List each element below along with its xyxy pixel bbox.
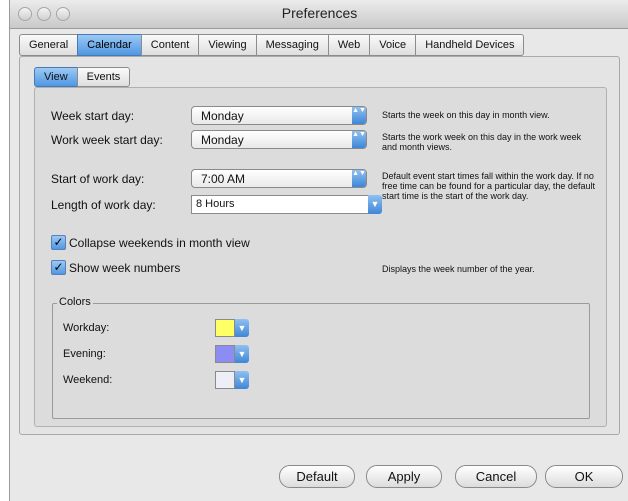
weekend-color-swatch[interactable]: [215, 371, 235, 389]
collapse-weekends-checkbox[interactable]: ✓: [51, 235, 66, 250]
tab-voice[interactable]: Voice: [369, 34, 416, 56]
week-start-day-value: Monday: [201, 109, 244, 123]
show-week-numbers-checkbox[interactable]: ✓: [51, 260, 66, 275]
preferences-window: Preferences General Calendar Content Vie…: [9, 0, 628, 501]
start-of-work-day-label: Start of work day:: [51, 172, 145, 186]
workday-color-swatch[interactable]: [215, 319, 235, 337]
chevron-down-icon[interactable]: ▼: [235, 319, 249, 337]
tab-calendar[interactable]: Calendar: [77, 34, 141, 56]
title-bar[interactable]: Preferences: [10, 0, 628, 29]
tab-handheld-devices[interactable]: Handheld Devices: [415, 34, 525, 56]
tab-viewing[interactable]: Viewing: [198, 34, 256, 56]
length-of-work-day-field[interactable]: 8 Hours: [191, 195, 369, 214]
workday-color-well[interactable]: ▼: [215, 319, 249, 337]
window-title: Preferences: [281, 5, 358, 21]
length-of-work-day-label: Length of work day:: [51, 198, 156, 212]
work-week-start-day-popup[interactable]: Monday ▲▼: [191, 130, 367, 149]
subtab-view[interactable]: View: [34, 67, 77, 87]
view-settings-panel: Week start day: Monday ▲▼ Starts the wee…: [34, 87, 607, 427]
chevron-down-icon[interactable]: ▼: [368, 195, 382, 214]
preferences-tab-bar: General Calendar Content Viewing Messagi…: [19, 34, 525, 56]
work-week-start-day-value: Monday: [201, 133, 244, 147]
tab-messaging[interactable]: Messaging: [255, 34, 328, 56]
calendar-sub-tab-bar: View Events: [34, 67, 131, 87]
work-week-start-day-label: Work week start day:: [51, 133, 163, 147]
cancel-button[interactable]: Cancel: [455, 465, 537, 488]
week-start-day-help: Starts the week on this day in month vie…: [382, 110, 550, 120]
work-week-start-day-help: Starts the work week on this day in the …: [382, 132, 582, 152]
start-of-work-day-help: Default event start times fall within th…: [382, 171, 595, 201]
evening-color-label: Evening:: [63, 348, 106, 360]
workday-color-label: Workday:: [63, 322, 110, 334]
evening-color-swatch[interactable]: [215, 345, 235, 363]
weekend-color-well[interactable]: ▼: [215, 371, 249, 389]
tab-web[interactable]: Web: [327, 34, 370, 56]
popup-arrows-icon: ▲▼: [352, 131, 366, 148]
weekend-color-label: Weekend:: [63, 374, 113, 386]
popup-arrows-icon: ▲▼: [352, 107, 366, 124]
colors-group-title: Colors: [57, 296, 93, 308]
tab-general[interactable]: General: [19, 34, 78, 56]
week-start-day-popup[interactable]: Monday ▲▼: [191, 106, 367, 125]
length-of-work-day-value: 8 Hours: [196, 198, 235, 210]
apply-button[interactable]: Apply: [366, 465, 442, 488]
week-start-day-label: Week start day:: [51, 109, 135, 123]
colors-group: Colors Workday: ▼ Evening: ▼ Weekend: ▼: [52, 296, 590, 419]
collapse-weekends-label[interactable]: Collapse weekends in month view: [69, 236, 250, 250]
calendar-tab-panel: View Events Week start day: Monday ▲▼ St…: [19, 56, 620, 435]
subtab-events[interactable]: Events: [76, 67, 131, 87]
popup-arrows-icon: ▲▼: [352, 170, 366, 187]
start-of-work-day-popup[interactable]: 7:00 AM ▲▼: [191, 169, 367, 188]
evening-color-well[interactable]: ▼: [215, 345, 249, 363]
start-of-work-day-value: 7:00 AM: [201, 172, 246, 186]
default-button[interactable]: Default: [279, 465, 355, 488]
length-of-work-day-combo[interactable]: 8 Hours ▼: [191, 195, 382, 214]
chevron-down-icon[interactable]: ▼: [235, 371, 249, 389]
ok-button[interactable]: OK: [545, 465, 623, 488]
show-week-numbers-label[interactable]: Show week numbers: [69, 261, 180, 275]
chevron-down-icon[interactable]: ▼: [235, 345, 249, 363]
tab-content[interactable]: Content: [140, 34, 199, 56]
show-week-numbers-help: Displays the week number of the year.: [382, 264, 535, 274]
